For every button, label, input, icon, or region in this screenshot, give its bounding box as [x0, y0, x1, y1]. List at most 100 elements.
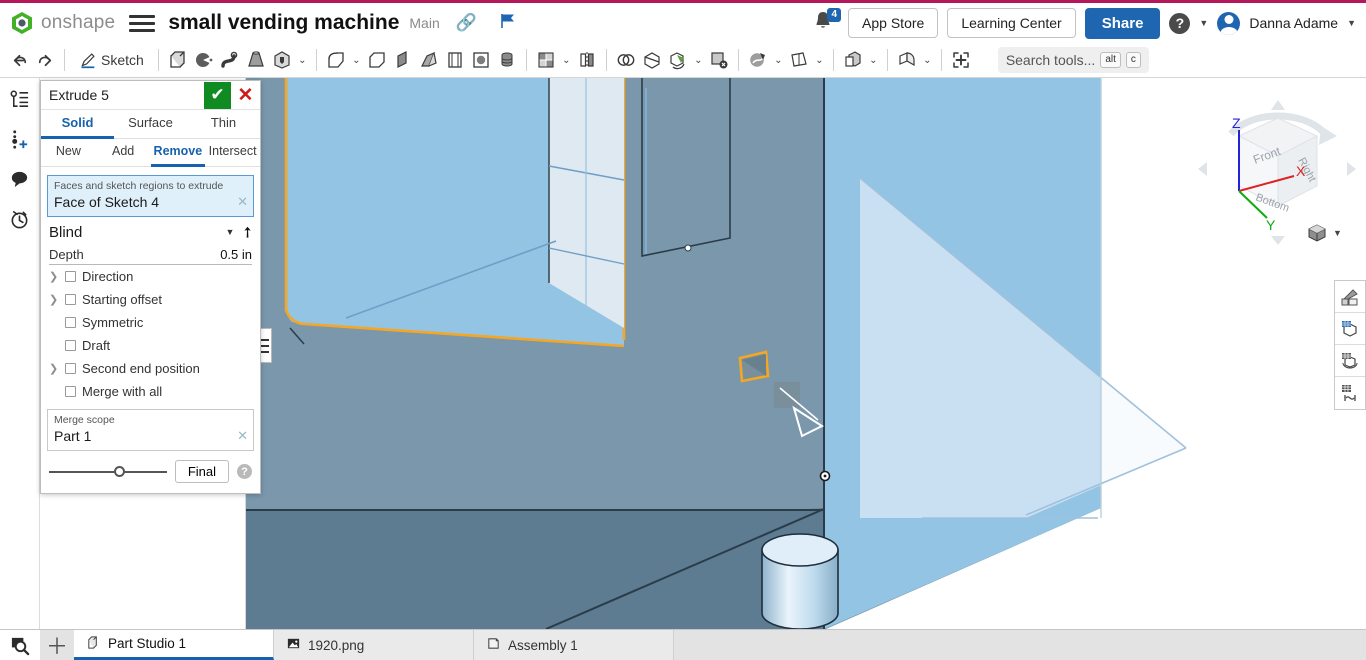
- learning-center-button[interactable]: Learning Center: [947, 8, 1075, 38]
- history-icon[interactable]: [7, 206, 33, 232]
- option-row-starting-offset[interactable]: ❯Starting offset: [41, 288, 260, 311]
- rib-icon[interactable]: [390, 47, 416, 73]
- undo-icon[interactable]: [6, 47, 32, 73]
- sheetmetal-chevron-down-icon[interactable]: ⌄: [920, 47, 935, 73]
- redo-icon[interactable]: [32, 47, 58, 73]
- draft-icon[interactable]: [416, 47, 442, 73]
- thicken-icon[interactable]: [468, 47, 494, 73]
- extrude-icon[interactable]: [165, 47, 191, 73]
- delete-face-icon[interactable]: [706, 47, 732, 73]
- checkbox[interactable]: [65, 271, 76, 282]
- fillet-icon[interactable]: [323, 47, 349, 73]
- confirm-button[interactable]: ✔: [204, 82, 231, 109]
- add-tab-button[interactable]: ＋: [40, 630, 74, 660]
- fillet-chevron-down-icon[interactable]: ⌄: [349, 47, 364, 73]
- option-row-direction[interactable]: ❯Direction: [41, 265, 260, 288]
- option-row-draft[interactable]: Draft: [41, 334, 260, 357]
- plane-icon[interactable]: [786, 47, 812, 73]
- checkbox[interactable]: [65, 363, 76, 374]
- toolbar-divider-4: [526, 49, 527, 71]
- expand-chevron-right-icon[interactable]: ❯: [49, 293, 59, 306]
- render-rotate-icon[interactable]: [1335, 345, 1365, 377]
- render-cube-icon[interactable]: [1335, 313, 1365, 345]
- sketch-button[interactable]: Sketch: [71, 47, 152, 73]
- pattern-chevron-down-icon[interactable]: ⌄: [559, 47, 574, 73]
- derive-icon[interactable]: [840, 47, 866, 73]
- hole-icon[interactable]: [269, 47, 295, 73]
- revolve-icon[interactable]: [191, 47, 217, 73]
- mirror-icon[interactable]: [574, 47, 600, 73]
- final-button[interactable]: Final: [175, 460, 229, 483]
- transform-chevron-down-icon[interactable]: ⌄: [691, 47, 706, 73]
- option-row-merge-with-all[interactable]: Merge with all: [41, 380, 260, 403]
- avatar[interactable]: [1217, 12, 1240, 35]
- split-icon[interactable]: [639, 47, 665, 73]
- checkbox[interactable]: [65, 317, 76, 328]
- app-store-button[interactable]: App Store: [848, 8, 938, 38]
- tab-thin[interactable]: Thin: [187, 110, 260, 139]
- depth-field[interactable]: Depth 0.5 in: [49, 247, 252, 265]
- move-face-chevron-down-icon[interactable]: ⌄: [771, 47, 786, 73]
- tab-remove[interactable]: Remove: [151, 139, 206, 167]
- comments-icon[interactable]: [7, 166, 33, 192]
- option-row-symmetric[interactable]: Symmetric: [41, 311, 260, 334]
- end-condition-select[interactable]: Blind ▼ ➚: [41, 217, 260, 245]
- transform-icon[interactable]: [665, 47, 691, 73]
- coil-icon[interactable]: [494, 47, 520, 73]
- search-tools-input[interactable]: Search tools... alt c: [998, 47, 1149, 73]
- tab-new[interactable]: New: [41, 139, 96, 167]
- bottom-tab-part-studio-1[interactable]: Part Studio 1: [74, 630, 274, 660]
- insert-icon[interactable]: [948, 47, 974, 73]
- zoom-search-icon[interactable]: [0, 630, 40, 660]
- clear-merge-scope-icon[interactable]: ✕: [237, 428, 248, 444]
- checkbox[interactable]: [65, 294, 76, 305]
- pattern-icon[interactable]: [533, 47, 559, 73]
- user-chevron-down-icon[interactable]: ▼: [1347, 18, 1356, 28]
- checkbox[interactable]: [65, 386, 76, 397]
- 3d-viewport[interactable]: [246, 78, 1366, 629]
- tab-intersect[interactable]: Intersect: [205, 139, 260, 167]
- tab-add[interactable]: Add: [96, 139, 151, 167]
- derive-chevron-down-icon[interactable]: ⌄: [866, 47, 881, 73]
- view-options-button[interactable]: ▼: [1306, 222, 1342, 244]
- chamfer-icon[interactable]: [364, 47, 390, 73]
- end-condition-chevron-down-icon[interactable]: ▼: [226, 227, 238, 237]
- help-chevron-down-icon[interactable]: ▼: [1199, 18, 1208, 28]
- view-chevron-down-icon[interactable]: ▼: [1333, 228, 1342, 238]
- tab-solid[interactable]: Solid: [41, 110, 114, 139]
- hamburger-icon[interactable]: [129, 12, 155, 34]
- render-settings-icon[interactable]: [1335, 377, 1365, 409]
- clear-selection-icon[interactable]: ✕: [237, 194, 248, 210]
- cancel-button[interactable]: ✕: [231, 82, 260, 109]
- plane-chevron-down-icon[interactable]: ⌄: [812, 47, 827, 73]
- toolbar-divider-5: [606, 49, 607, 71]
- merge-scope-field[interactable]: Merge scope Part 1 ✕: [47, 409, 254, 451]
- boolean-icon[interactable]: [613, 47, 639, 73]
- flip-direction-icon[interactable]: ➚: [237, 221, 259, 243]
- appearance-icon[interactable]: [1335, 281, 1365, 313]
- add-version-icon[interactable]: [7, 126, 33, 152]
- onshape-logo-icon[interactable]: [10, 11, 34, 35]
- loft-icon[interactable]: [243, 47, 269, 73]
- more-features-chevron-down-icon[interactable]: ⌄: [295, 47, 310, 73]
- feature-list-icon[interactable]: [7, 86, 33, 112]
- option-row-second-end-position[interactable]: ❯Second end position: [41, 357, 260, 380]
- move-face-icon[interactable]: [745, 47, 771, 73]
- shell-icon[interactable]: [442, 47, 468, 73]
- link-icon[interactable]: 🔗: [456, 13, 477, 33]
- dialog-help-icon[interactable]: ?: [237, 464, 252, 479]
- tab-surface[interactable]: Surface: [114, 110, 187, 139]
- share-button[interactable]: Share: [1085, 8, 1161, 39]
- sheetmetal-icon[interactable]: [894, 47, 920, 73]
- checkbox[interactable]: [65, 340, 76, 351]
- selection-field[interactable]: Faces and sketch regions to extrude Face…: [47, 175, 254, 217]
- expand-chevron-right-icon[interactable]: ❯: [49, 362, 59, 375]
- flag-icon[interactable]: [499, 12, 517, 35]
- expand-chevron-right-icon[interactable]: ❯: [49, 270, 59, 283]
- bottom-tab-assembly-1[interactable]: Assembly 1: [474, 630, 674, 660]
- rollback-slider[interactable]: [49, 465, 167, 479]
- notifications-button[interactable]: 4: [811, 9, 839, 37]
- help-icon[interactable]: ?: [1169, 13, 1190, 34]
- sweep-icon[interactable]: [217, 47, 243, 73]
- bottom-tab-1920-png[interactable]: 1920.png: [274, 630, 474, 660]
